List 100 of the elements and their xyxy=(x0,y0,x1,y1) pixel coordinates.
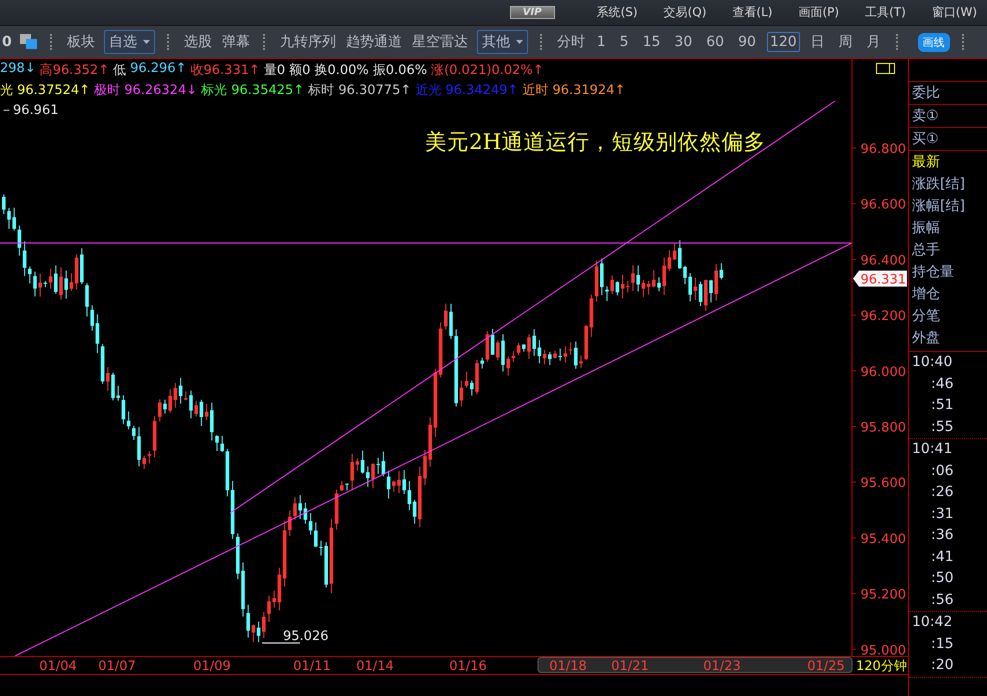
chart-annotation: 美元2H通道运行，短级别依然偏多 xyxy=(425,130,766,155)
scroll-bar[interactable] xyxy=(538,657,852,673)
menu-item[interactable]: 工具(T) xyxy=(865,4,906,21)
quote-text: －96.961 xyxy=(0,102,58,119)
toolbar-text: 0 xyxy=(2,34,12,50)
tick-seconds: :51 xyxy=(930,396,955,415)
toolbar-button[interactable]: 九转序列 xyxy=(278,33,337,51)
date-axis-label: 01/14 xyxy=(356,659,394,674)
layers-icon[interactable] xyxy=(20,34,38,50)
quote-field-label: 持仓量 xyxy=(911,263,955,282)
period-tab[interactable]: 日 xyxy=(808,31,828,53)
date-axis-label: 01/23 xyxy=(703,659,741,674)
caret-icon xyxy=(142,40,150,44)
toolbar-button[interactable]: 弹幕 xyxy=(220,33,251,51)
tick-seconds: :56 xyxy=(930,590,955,610)
toolbar-button[interactable]: 选股 xyxy=(182,33,213,51)
period-tab[interactable]: 月 xyxy=(864,31,884,53)
toolbar-button[interactable]: 星空雷达 xyxy=(410,33,469,51)
tick-seconds: :26 xyxy=(930,483,955,502)
dropdown[interactable]: 自选 xyxy=(104,30,155,54)
date-axis-label: 01/16 xyxy=(449,659,487,674)
draw-line-button[interactable]: 画线 xyxy=(918,32,950,52)
dropdown[interactable]: 其他 xyxy=(476,30,528,54)
date-axis-label: 01/07 xyxy=(98,659,136,674)
low-price-label: 95.026 xyxy=(283,629,328,644)
vip-badge: VIP xyxy=(510,6,555,19)
toolbar-button[interactable]: 分时 xyxy=(556,33,586,51)
tick-seconds: :46 xyxy=(930,374,955,394)
quote-field-label: 振幅 xyxy=(911,219,941,238)
menu-item[interactable]: 交易(Q) xyxy=(664,4,706,21)
quote-field-label: 委比 xyxy=(911,84,940,103)
quote-field-label: 买① xyxy=(911,130,939,149)
low-marker-line xyxy=(262,642,300,644)
caret-icon xyxy=(516,40,523,44)
toolbar-button[interactable]: 趋势通道 xyxy=(344,33,403,51)
menu-item[interactable]: 画面(P) xyxy=(798,4,840,21)
price-tag: 96.331 xyxy=(853,270,907,288)
period-tab[interactable]: 30 xyxy=(671,32,696,52)
period-tab[interactable]: 5 xyxy=(616,32,632,52)
tick-time: 10:41 xyxy=(911,440,954,459)
price-axis-label: 95.200 xyxy=(860,588,906,603)
tick-time: 10:40 xyxy=(911,353,954,372)
price-axis-label: 96.600 xyxy=(860,198,906,213)
price-axis-label: 95.000 xyxy=(860,643,906,656)
tick-seconds: :41 xyxy=(930,548,955,566)
period-tab[interactable]: 60 xyxy=(703,32,728,52)
quote-text: 光 96.37524↑ xyxy=(0,82,90,99)
quote-text: 涨(0.021)0.02%↑ xyxy=(431,62,544,79)
price-axis-label: 95.400 xyxy=(860,532,906,547)
quote-text: 96.296↑ xyxy=(130,61,186,78)
date-axis-label: 01/25 xyxy=(807,659,845,674)
tick-seconds: :31 xyxy=(930,504,955,524)
tick-seconds: :20 xyxy=(930,656,955,675)
quote-text: 近光 96.34249↑ xyxy=(415,82,518,99)
quote-text: 高96.352↑ xyxy=(40,62,110,79)
tick-seconds: :55 xyxy=(930,418,955,436)
quote-text: 标光 96.35425↑ xyxy=(201,82,304,99)
period-tab[interactable]: 90 xyxy=(735,32,759,52)
menu-item[interactable]: 查看(L) xyxy=(732,4,772,21)
quote-field-label: 分笔 xyxy=(911,307,941,326)
period-tab[interactable]: 周 xyxy=(836,31,856,53)
quote-field-label: 增仓 xyxy=(911,285,941,304)
quote-text: 298↓ xyxy=(0,61,36,78)
tick-seconds: :15 xyxy=(930,634,955,654)
tick-seconds: :50 xyxy=(930,569,955,588)
period-tab[interactable]: 120 xyxy=(766,32,800,52)
period-tab[interactable]: 1 xyxy=(594,32,609,52)
quote-field-label: 涨幅[结] xyxy=(911,197,966,216)
quote-text: 振0.06% xyxy=(372,62,428,79)
price-axis-label: 96.000 xyxy=(860,364,906,380)
tick-seconds: :36 xyxy=(930,526,955,545)
candle xyxy=(720,262,724,280)
menu-item[interactable]: 系统(S) xyxy=(596,4,638,21)
tick-seconds: :06 xyxy=(930,462,955,480)
period-tab[interactable]: 15 xyxy=(640,32,664,52)
quote-text: 额0 xyxy=(289,62,310,79)
tick-time: 10:42 xyxy=(911,613,954,632)
toolbar-button[interactable]: 板块 xyxy=(66,33,96,51)
quote-field-label: 总手 xyxy=(911,241,941,260)
channel-line[interactable] xyxy=(230,100,836,514)
menu-item[interactable]: 窗口(W) xyxy=(932,4,977,21)
price-axis-label: 96.200 xyxy=(860,309,906,324)
date-axis-label: 01/11 xyxy=(293,659,331,674)
quote-text: 量0 xyxy=(264,62,286,79)
date-axis-label: 01/09 xyxy=(193,659,231,674)
quote-field-label: 外盘 xyxy=(911,329,941,348)
price-axis-label: 95.800 xyxy=(860,420,906,436)
quote-text: 换0.00% xyxy=(314,62,369,79)
box-icon[interactable] xyxy=(876,63,895,74)
quote-field-label: 涨跌[结] xyxy=(911,175,966,194)
price-axis-label: 96.400 xyxy=(860,253,906,268)
quote-text: 近时 96.31924↑ xyxy=(522,82,626,99)
quote-text: 收96.331↑ xyxy=(190,62,260,79)
date-axis-label: 01/18 xyxy=(549,659,587,674)
date-axis-label: 01/04 xyxy=(39,659,77,674)
period-label: 120分钟 xyxy=(856,659,907,674)
price-axis-label: 95.600 xyxy=(860,476,906,492)
date-axis-label: 01/21 xyxy=(611,659,649,674)
quote-text: 标时 96.30775↑ xyxy=(308,82,412,99)
channel-line[interactable] xyxy=(14,242,852,656)
